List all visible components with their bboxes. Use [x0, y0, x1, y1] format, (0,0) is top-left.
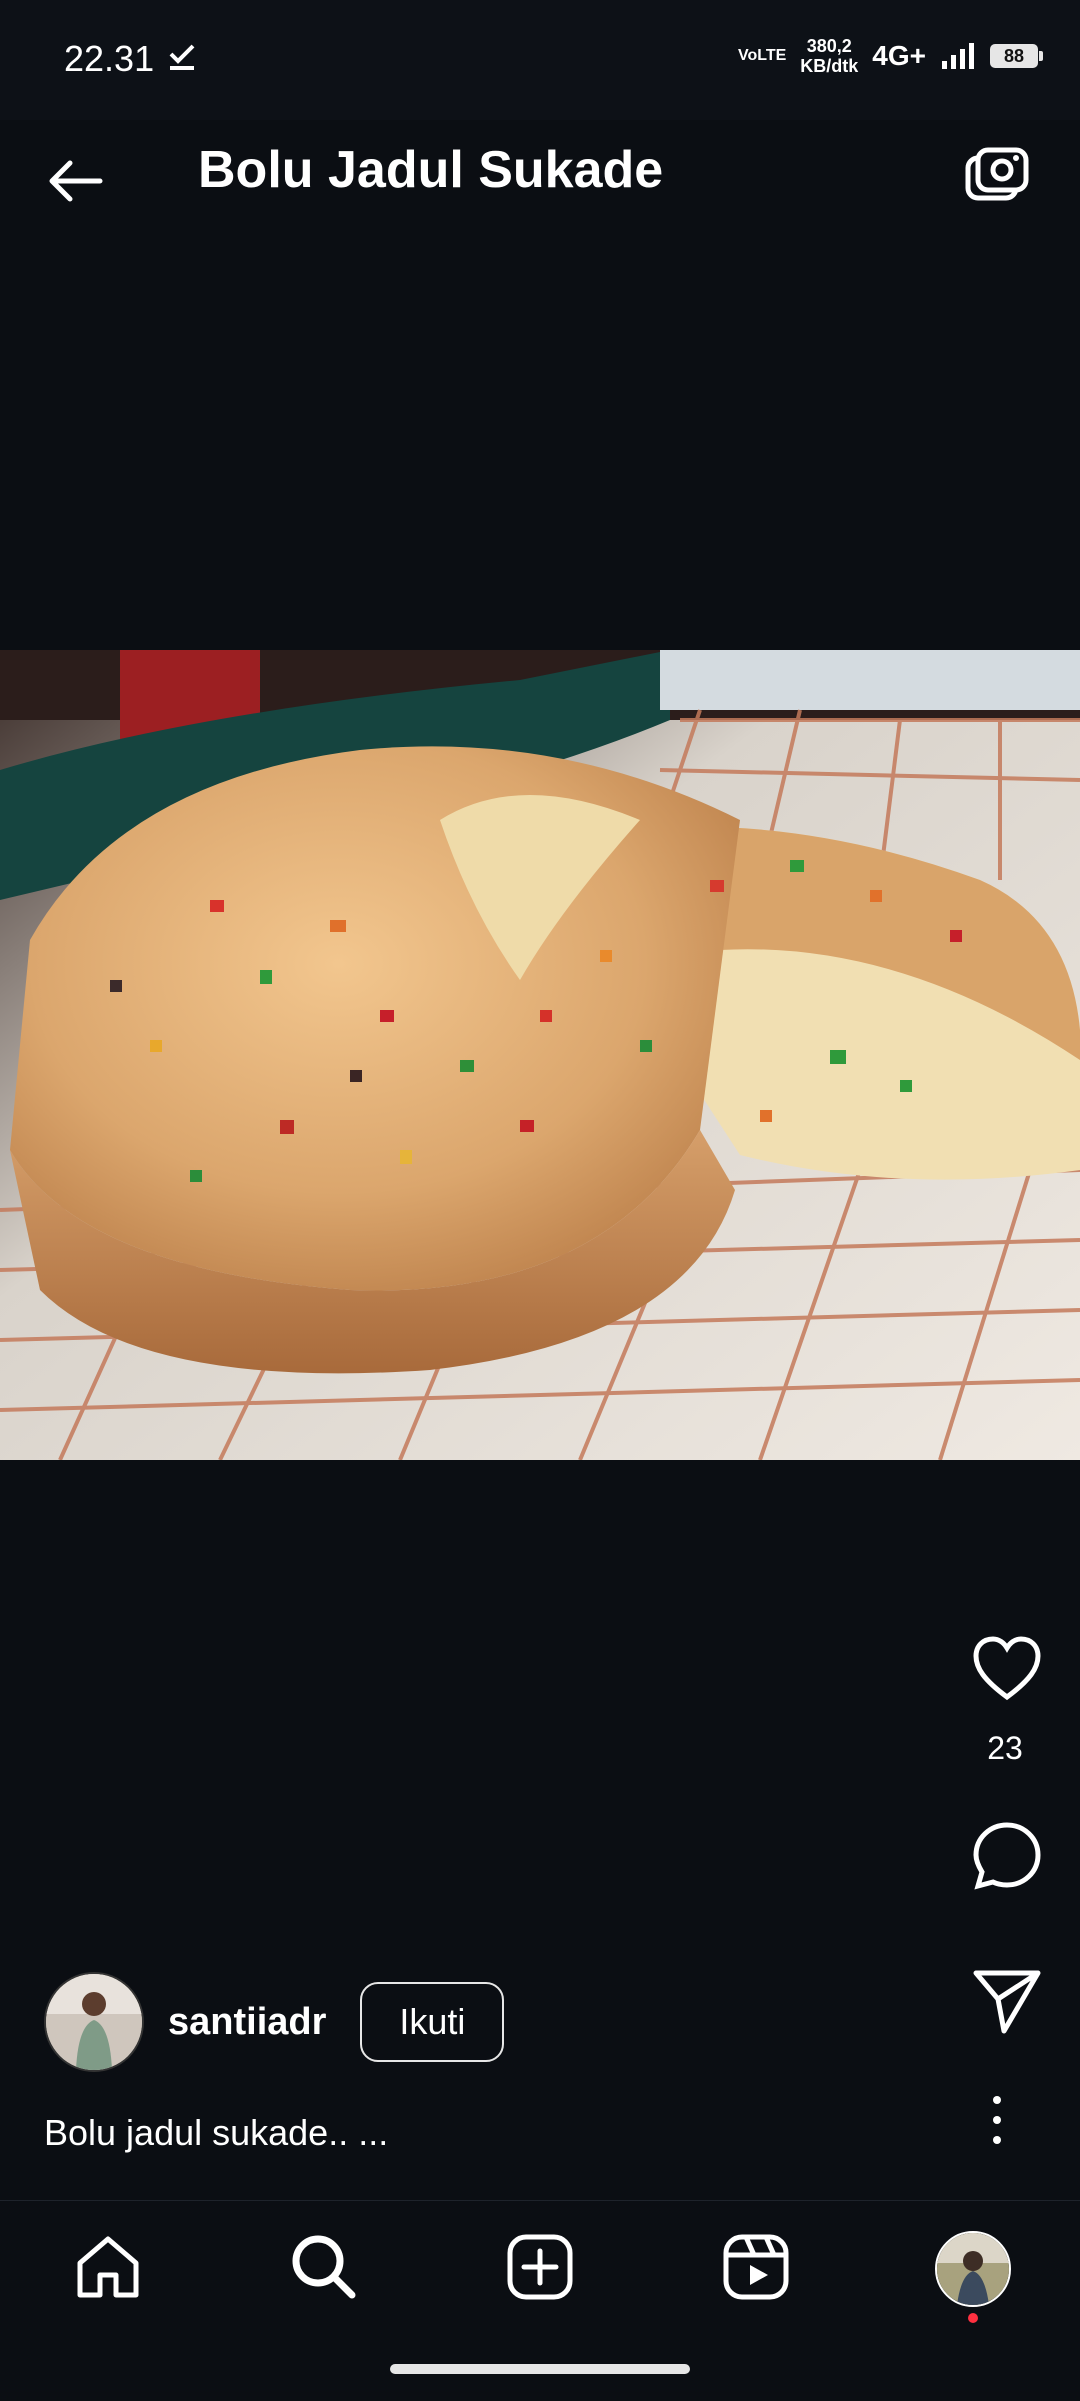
status-time: 22.31	[64, 38, 155, 79]
home-indicator[interactable]	[390, 2364, 690, 2374]
status-bar: 22.31 VoLTE 380,2 KB/dtk 4G+ 88	[0, 0, 1080, 120]
network-type: 4G+	[872, 40, 926, 71]
cake-photo	[0, 650, 1080, 1460]
check-icon	[169, 44, 195, 70]
search-icon[interactable]	[288, 2231, 360, 2303]
username[interactable]: santiiadr	[168, 2001, 326, 2044]
status-indicators: VoLTE 380,2 KB/dtk 4G+ 88	[738, 36, 1043, 76]
more-vertical-icon[interactable]	[980, 2092, 1014, 2148]
comment-icon[interactable]	[972, 1820, 1042, 1890]
network-speed-unit: KB/dtk	[800, 56, 859, 76]
network-speed-value: 380,2	[806, 36, 852, 56]
post-caption[interactable]: Bolu jadul sukade.. ...	[44, 2112, 388, 2154]
notification-dot	[968, 2313, 978, 2323]
profile-avatar[interactable]	[935, 2231, 1011, 2307]
home-icon[interactable]	[72, 2231, 144, 2303]
send-icon[interactable]	[972, 1965, 1042, 2035]
network-speed: 380,2 KB/dtk	[800, 36, 858, 76]
camera-icon[interactable]	[960, 142, 1032, 214]
arrow-left-icon[interactable]	[40, 145, 112, 217]
plus-square-icon[interactable]	[504, 2231, 576, 2303]
signal-icon	[942, 43, 974, 69]
page-title: Bolu Jadul Sukade	[198, 141, 664, 199]
post-image[interactable]	[0, 650, 1080, 1460]
volte-indicator: VoLTE	[738, 47, 787, 64]
avatar[interactable]	[44, 1972, 144, 2072]
follow-button[interactable]: Ikuti	[360, 1982, 505, 2062]
heart-icon[interactable]	[972, 1635, 1042, 1705]
app-header: Bolu Jadul Sukade	[0, 120, 1080, 240]
like-count[interactable]: 23	[930, 1730, 1080, 1767]
post-author: santiiadr Ikuti	[44, 1972, 505, 2072]
battery-indicator: 88	[990, 44, 1043, 68]
reels-icon[interactable]	[720, 2231, 792, 2303]
